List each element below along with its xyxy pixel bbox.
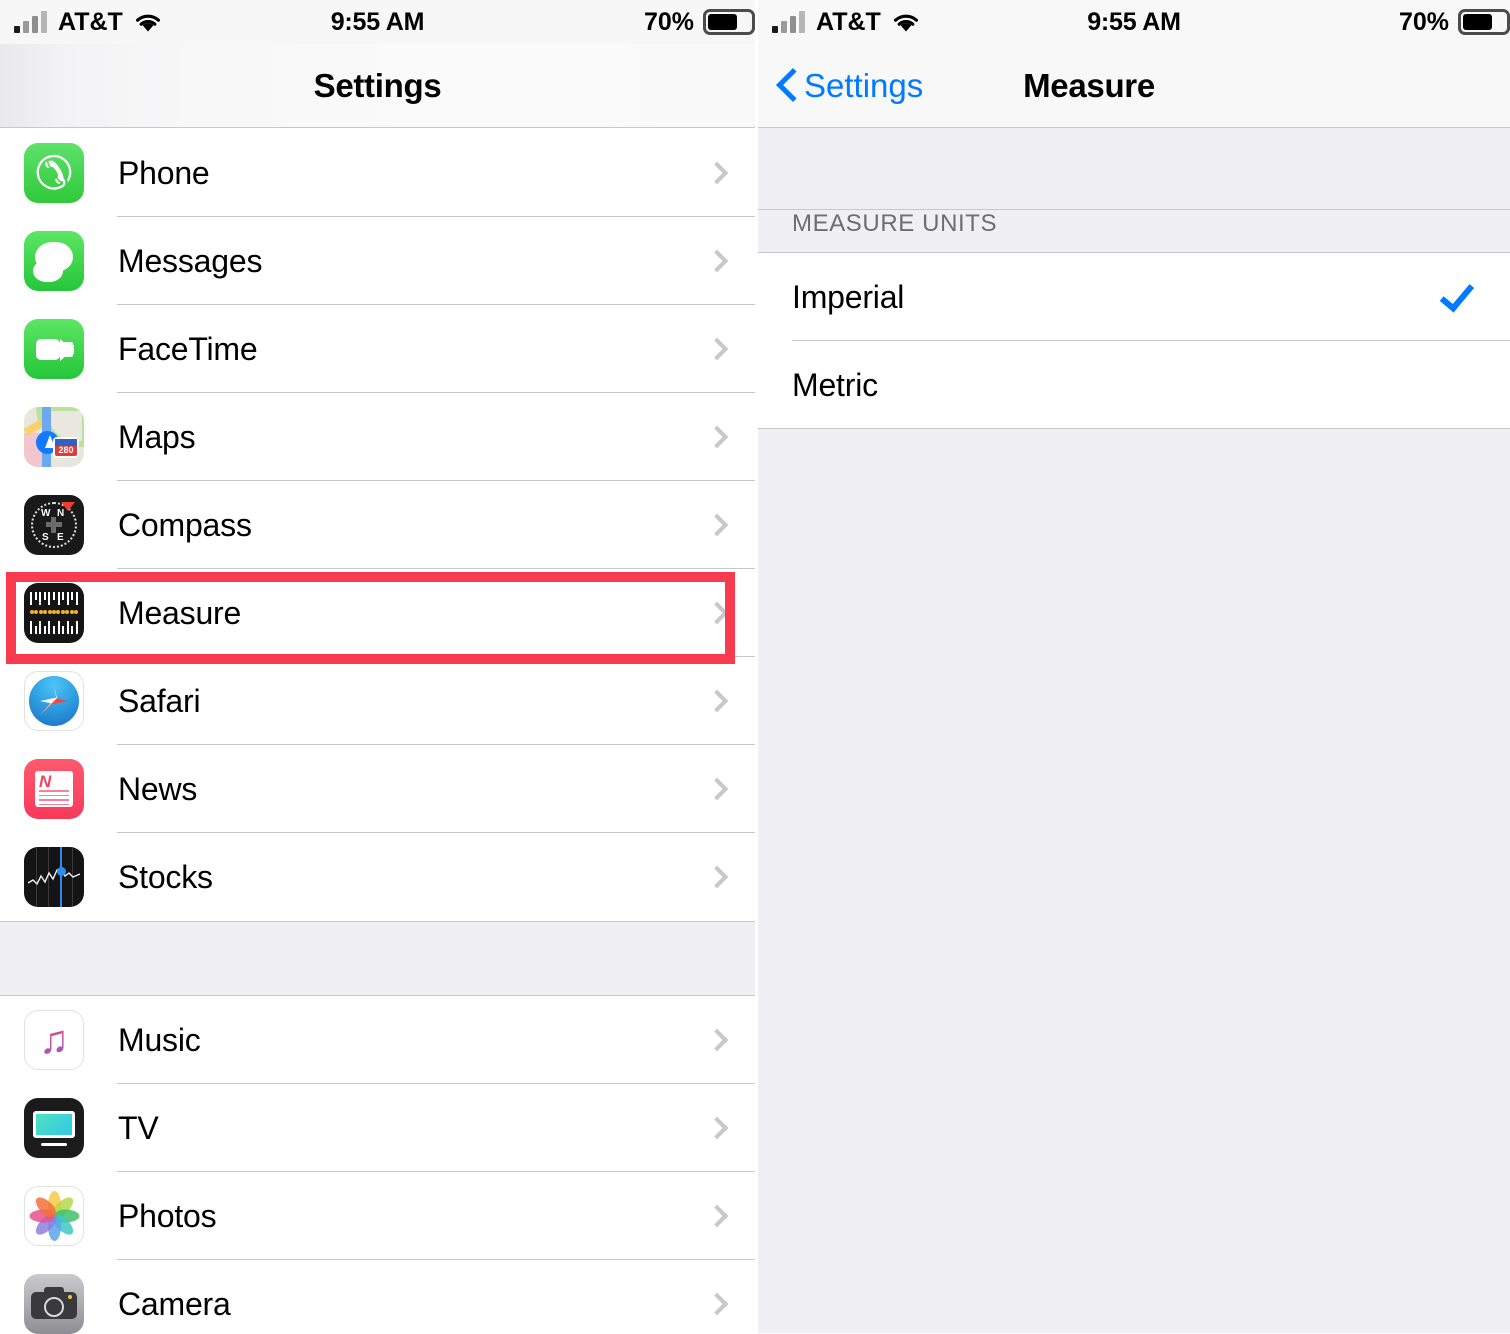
settings-row-label: Measure	[118, 594, 242, 631]
chevron-right-icon	[705, 1292, 729, 1316]
chevron-right-icon	[705, 337, 729, 361]
page-title: Measure	[1023, 66, 1155, 104]
chevron-right-icon	[705, 689, 729, 713]
checkmark-icon	[1439, 276, 1475, 313]
camera-icon	[24, 1274, 84, 1334]
option-row-imperial[interactable]: Imperial	[758, 253, 1510, 341]
news-icon	[24, 759, 84, 819]
battery-percent-label: 70%	[643, 7, 694, 36]
settings-row-label: News	[118, 770, 198, 807]
settings-row-label: Photos	[118, 1197, 217, 1234]
phone-icon	[24, 143, 84, 203]
battery-icon	[703, 9, 755, 35]
settings-row-compass[interactable]: NW SE Compass	[0, 481, 755, 569]
settings-row-messages[interactable]: Messages	[0, 217, 755, 305]
measure-settings-content: MEASURE UNITS Imperial Metric	[758, 128, 1510, 1333]
settings-row-label: TV	[118, 1109, 159, 1146]
settings-row-music[interactable]: Music	[0, 996, 755, 1084]
status-bar-left: AT&T 9:55 AM 70%	[0, 0, 755, 44]
settings-row-label: FaceTime	[118, 330, 258, 367]
left-phone-screen: AT&T 9:55 AM 70% Settings ✆ Phone Messag…	[0, 0, 755, 1334]
settings-row-label: Messages	[118, 242, 263, 279]
chevron-right-icon	[705, 777, 729, 801]
maps-icon: 280	[24, 407, 84, 467]
nav-bar-left: Settings	[0, 44, 755, 128]
stocks-icon	[24, 847, 84, 907]
chevron-right-icon	[705, 249, 729, 273]
tv-icon	[24, 1098, 84, 1158]
chevron-right-icon	[705, 425, 729, 449]
settings-row-label: Camera	[118, 1285, 231, 1322]
settings-row-tv[interactable]: TV	[0, 1084, 755, 1172]
settings-row-maps[interactable]: 280 Maps	[0, 393, 755, 481]
settings-row-safari[interactable]: Safari	[0, 657, 755, 745]
dual-screenshot: AT&T 9:55 AM 70% Settings ✆ Phone Messag…	[0, 0, 1510, 1334]
chevron-right-icon	[705, 1116, 729, 1140]
chevron-right-icon	[705, 601, 729, 625]
option-label: Imperial	[792, 278, 905, 315]
chevron-right-icon	[705, 513, 729, 537]
status-bar-right-group: 70%	[644, 8, 755, 37]
music-icon	[24, 1010, 84, 1070]
chevron-right-icon	[705, 161, 729, 185]
compass-icon: NW SE	[24, 495, 84, 555]
page-title: Settings	[313, 66, 442, 104]
settings-row-label: Stocks	[118, 858, 213, 895]
settings-row-label: Music	[118, 1021, 201, 1058]
status-bar-right-group: 70%	[1399, 8, 1510, 37]
nav-bar-right: Settings Measure	[758, 44, 1510, 128]
settings-row-label: Compass	[118, 506, 252, 543]
battery-icon	[1458, 9, 1510, 35]
option-label: Metric	[792, 366, 878, 403]
measure-icon	[24, 583, 84, 643]
settings-row-label: Safari	[118, 682, 201, 719]
messages-icon	[24, 231, 84, 291]
empty-area	[758, 429, 1510, 1333]
clock-label: 9:55 AM	[1087, 7, 1181, 36]
battery-percent-label: 70%	[1398, 7, 1449, 36]
settings-row-label: Phone	[118, 154, 210, 191]
settings-row-photos[interactable]: Photos	[0, 1172, 755, 1260]
settings-list-section-2: Music TV	[0, 996, 755, 1334]
right-phone-screen: AT&T 9:55 AM 70% Settings Measure MEASUR…	[758, 0, 1510, 1334]
settings-row-label: Maps	[118, 418, 196, 455]
chevron-right-icon	[705, 865, 729, 889]
chevron-right-icon	[705, 1204, 729, 1228]
settings-list-section-1: Phone Messages FaceTime	[0, 129, 755, 921]
settings-row-measure[interactable]: Measure	[0, 569, 755, 657]
photos-icon	[24, 1186, 84, 1246]
settings-row-news[interactable]: News	[0, 745, 755, 833]
clock-label: 9:55 AM	[330, 7, 425, 36]
grouped-list-top-spacer	[758, 128, 1510, 210]
settings-section-divider	[0, 921, 755, 996]
settings-row-phone[interactable]: Phone	[0, 129, 755, 217]
facetime-icon	[24, 319, 84, 379]
chevron-right-icon	[705, 1028, 729, 1052]
safari-icon	[24, 671, 84, 731]
settings-row-facetime[interactable]: FaceTime	[0, 305, 755, 393]
settings-row-stocks[interactable]: Stocks	[0, 833, 755, 921]
status-bar-right: AT&T 9:55 AM 70%	[758, 0, 1510, 44]
settings-row-camera[interactable]: Camera	[0, 1260, 755, 1334]
option-row-metric[interactable]: Metric	[758, 341, 1510, 429]
section-header-measure-units: MEASURE UNITS	[758, 210, 1510, 253]
